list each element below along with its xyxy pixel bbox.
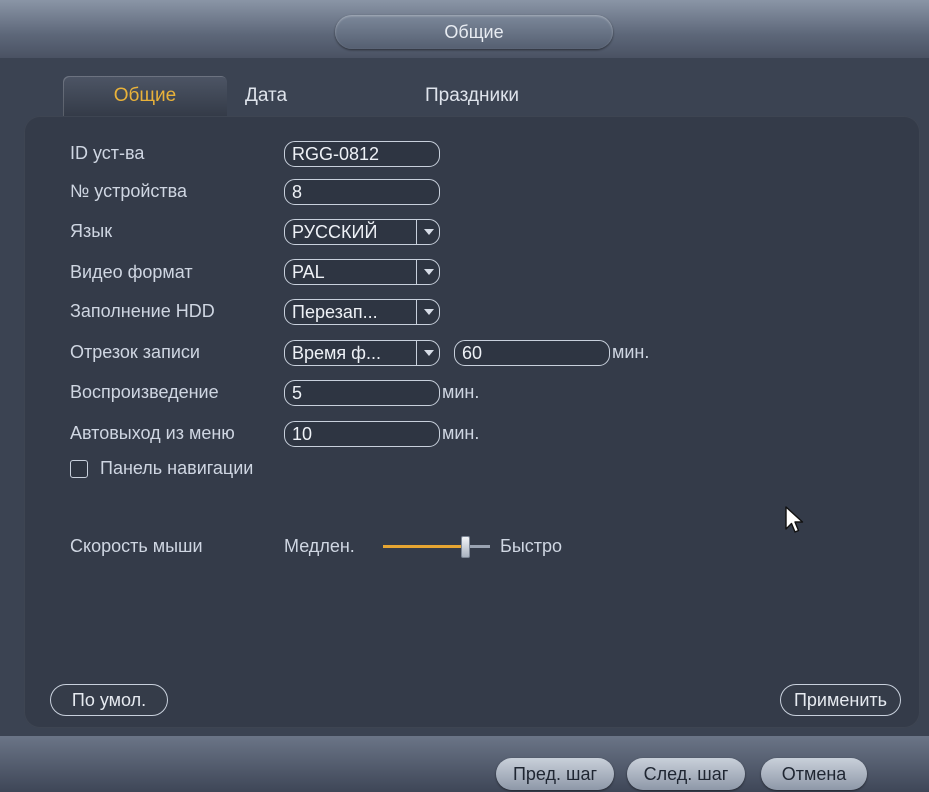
mouse-speed-slider-track[interactable] xyxy=(469,545,490,548)
language-select[interactable]: РУССКИЙ xyxy=(284,219,440,245)
playback-value: 5 xyxy=(292,383,303,403)
device-id-label: ID уст-ва xyxy=(70,143,145,163)
settings-window: Общие Общие Дата и время Праздники ID ус… xyxy=(0,0,929,792)
device-no-value: 8 xyxy=(292,182,303,202)
video-format-value: PAL xyxy=(292,262,325,282)
device-no-label: № устройства xyxy=(70,181,188,201)
playback-label: Воспроизведение xyxy=(70,382,219,402)
nav-bar-checkbox[interactable] xyxy=(70,460,88,478)
playback-unit: мин. xyxy=(442,382,480,402)
language-value: РУССКИЙ xyxy=(292,222,378,242)
device-id-value: RGG-0812 xyxy=(292,144,380,164)
record-segment-unit: мин. xyxy=(612,342,650,362)
cancel-button[interactable]: Отмена xyxy=(761,758,867,790)
title-bar: Общие xyxy=(0,0,929,58)
tab-date-time[interactable]: Дата и время xyxy=(245,76,300,186)
hdd-full-select[interactable]: Перезап... xyxy=(284,299,440,325)
hdd-full-value: Перезап... xyxy=(292,302,378,322)
device-id-input[interactable]: RGG-0812 xyxy=(284,141,440,167)
mouse-speed-label: Скорость мыши xyxy=(70,536,203,556)
settings-panel xyxy=(24,116,920,728)
auto-logout-input[interactable]: 10 xyxy=(284,421,440,447)
chevron-down-icon[interactable] xyxy=(416,341,439,365)
video-format-label: Видео формат xyxy=(70,262,193,282)
nav-bar-label: Панель навигации xyxy=(100,458,254,478)
record-segment-mode-select[interactable]: Время ф... xyxy=(284,340,440,366)
window-title: Общие xyxy=(335,15,613,49)
auto-logout-unit: мин. xyxy=(442,423,480,443)
mouse-speed-max-label: Быстро xyxy=(500,536,563,556)
chevron-down-icon[interactable] xyxy=(416,220,439,244)
mouse-speed-slider-handle[interactable] xyxy=(461,536,470,558)
prev-step-button[interactable]: Пред. шаг xyxy=(496,758,614,790)
chevron-down-icon[interactable] xyxy=(416,260,439,284)
record-segment-value: 60 xyxy=(462,343,483,363)
playback-input[interactable]: 5 xyxy=(284,380,440,406)
record-segment-input[interactable]: 60 xyxy=(454,340,610,366)
chevron-down-icon[interactable] xyxy=(416,300,439,324)
language-label: Язык xyxy=(70,221,113,241)
tab-general[interactable]: Общие xyxy=(63,76,227,116)
video-format-select[interactable]: PAL xyxy=(284,259,440,285)
record-segment-mode-value: Время ф... xyxy=(292,343,381,363)
record-segment-label: Отрезок записи xyxy=(70,342,200,362)
auto-logout-value: 10 xyxy=(292,424,313,444)
next-step-button[interactable]: След. шаг xyxy=(627,758,745,790)
mouse-speed-min-label: Медлен. xyxy=(284,536,355,556)
hdd-full-label: Заполнение HDD xyxy=(70,301,215,321)
tab-holidays[interactable]: Праздники xyxy=(425,76,519,116)
apply-button[interactable]: Применить xyxy=(780,684,901,716)
mouse-cursor-icon xyxy=(785,506,804,533)
auto-logout-label: Автовыход из меню xyxy=(70,423,235,443)
device-no-input[interactable]: 8 xyxy=(284,179,440,205)
default-button[interactable]: По умол. xyxy=(50,684,168,716)
